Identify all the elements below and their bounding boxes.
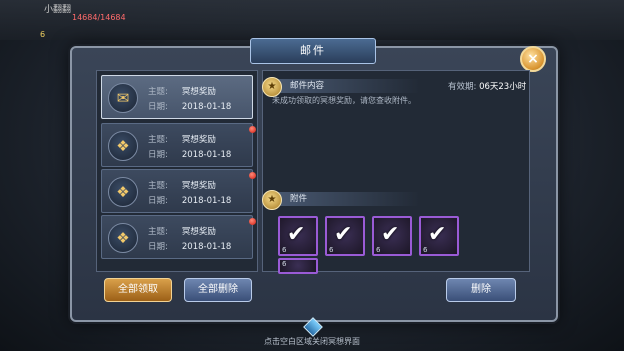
mail-item[interactable]: ❖ 主题: 冥想奖励 日期: 2018-01-18 [101,169,256,213]
mail-date-label: 日期: [148,242,168,252]
expiry-value: 06天23小时 [479,82,527,92]
attachments-title: 附件 [290,194,308,204]
attachment-item[interactable]: 6 [278,258,318,274]
unread-dot [249,172,256,179]
mail-body: 未成功领取的冥想奖励，请您查收附件。 [272,96,416,105]
attachment-qty: 6 [376,246,381,254]
attachment-item[interactable]: ✔ 6 [325,216,365,256]
mail-item[interactable]: ❖ 主题: 冥想奖励 日期: 2018-01-18 [101,215,256,259]
attachment-qty: 6 [282,246,287,254]
check-icon: ✔ [287,222,306,247]
mail-date: 2018-01-18 [181,102,232,112]
attachments-header: ★ 附件 [262,190,420,210]
gift-box-icon: ❖ [108,131,138,161]
gift-box-icon: ❖ [108,223,138,253]
opened-mail-icon: ✉ [108,83,138,113]
mail-item[interactable]: ✉ 主题: 冥想奖励 日期: 2018-01-18 [101,75,253,119]
expiry: 有效期: 06天23小时 [448,80,526,92]
mail-date-row: 日期: 2018-01-18 [148,194,231,206]
mail-subject: 冥想奖励 [181,87,216,97]
mail-date-row: 日期: 2018-01-18 [148,100,231,112]
delete-button[interactable]: 删除 [446,278,516,302]
mail-date: 2018-01-18 [181,196,232,206]
window-title: 邮件 [250,38,376,64]
delete-all-button[interactable]: 全部删除 [184,278,252,302]
attachment-item[interactable]: ✔ 6 [372,216,412,256]
mail-subject-label: 主题: [148,87,168,97]
attachment-qty: 6 [282,260,287,268]
mail-date-label: 日期: [148,102,168,112]
mail-date: 2018-01-18 [181,150,232,160]
gift-box-icon: ❖ [108,177,138,207]
mail-subject: 冥想奖励 [181,181,216,191]
medal-icon: ★ [262,190,282,210]
mail-subject-label: 主题: [148,227,168,237]
mail-subject-label: 主题: [148,181,168,191]
player-hp: 14684/14684 [72,13,126,22]
attachment-item[interactable]: ✔ 6 [278,216,318,256]
mail-content-title: 邮件内容 [290,81,325,91]
attachment-qty: 6 [423,246,428,254]
player-name: 小翻翻 [44,5,72,15]
mail-subject-row: 主题: 冥想奖励 [148,85,216,97]
claim-all-button[interactable]: 全部领取 [104,278,172,302]
mail-subject: 冥想奖励 [181,227,216,237]
attachment-qty: 6 [329,246,334,254]
mail-subject-row: 主题: 冥想奖励 [148,225,216,237]
player-power: 6 [40,30,46,39]
check-icon: ✔ [334,222,353,247]
mail-content-header: ★ 邮件内容 [262,77,420,97]
expiry-label: 有效期: [448,82,477,92]
mail-date-label: 日期: [148,150,168,160]
close-button[interactable]: × [520,46,546,72]
check-icon: ✔ [428,222,447,247]
check-icon: ✔ [381,222,400,247]
attachment-item[interactable]: ✔ 6 [419,216,459,256]
mail-subject-row: 主题: 冥想奖励 [148,179,216,191]
unread-dot [249,126,256,133]
mail-date-row: 日期: 2018-01-18 [148,240,231,252]
close-hint: 点击空白区域关闭冥想界面 [264,337,360,346]
mail-subject-row: 主题: 冥想奖励 [148,133,216,145]
mail-subject: 冥想奖励 [181,135,216,145]
mail-list[interactable]: ✉ 主题: 冥想奖励 日期: 2018-01-18 ❖ 主题: 冥想奖励 日期: 201… [96,70,258,272]
mail-date-row: 日期: 2018-01-18 [148,148,231,160]
mail-date-label: 日期: [148,196,168,206]
mail-subject-label: 主题: [148,135,168,145]
unread-dot [249,218,256,225]
mail-date: 2018-01-18 [181,242,232,252]
medal-icon: ★ [262,77,282,97]
mail-item[interactable]: ❖ 主题: 冥想奖励 日期: 2018-01-18 [101,123,256,167]
